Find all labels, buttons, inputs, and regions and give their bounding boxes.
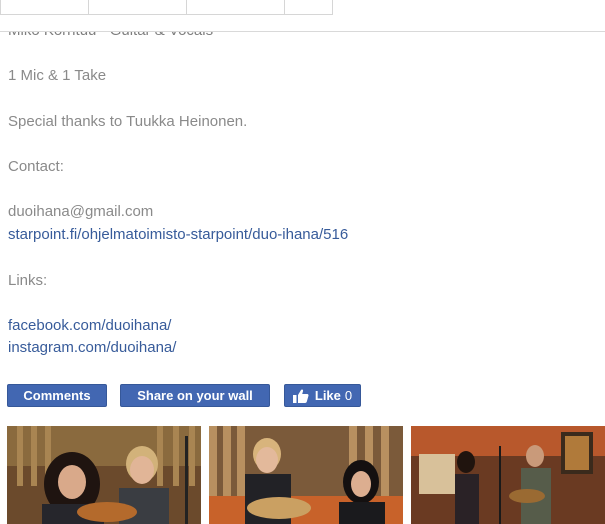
video-thumbnail-2[interactable] (209, 426, 403, 524)
links-label: Links: (8, 272, 48, 289)
share-on-wall-button[interactable]: Share on your wall (120, 384, 270, 407)
contact-label: Contact: (8, 158, 64, 175)
comments-button-label: Comments (23, 388, 91, 403)
starpoint-link[interactable]: starpoint.fi/ohjelmatoimisto-starpoint/d… (8, 226, 348, 243)
top-tab-bar (0, 0, 605, 32)
video-thumbnail-1[interactable] (7, 426, 201, 524)
recording-note: 1 Mic & 1 Take (8, 67, 107, 84)
share-button-label: Share on your wall (137, 388, 253, 403)
like-label: Like (314, 388, 341, 403)
instagram-link[interactable]: instagram.com/duoihana/ (8, 339, 176, 356)
tab-4[interactable] (284, 0, 333, 15)
facebook-link[interactable]: facebook.com/duoihana/ (8, 317, 171, 334)
tab-2[interactable] (88, 0, 188, 15)
thanks-text: Special thanks to Tuukka Heinonen. (8, 113, 248, 130)
tab-3[interactable] (186, 0, 286, 15)
comments-button[interactable]: Comments (7, 384, 107, 407)
tab-1[interactable] (0, 0, 90, 15)
like-count: 0 (344, 388, 353, 403)
like-button[interactable]: Like 0 (284, 384, 361, 407)
thumbs-up-icon (292, 389, 309, 403)
video-thumbnail-3[interactable] (411, 426, 605, 524)
contact-email: duoihana@gmail.com (8, 203, 154, 220)
